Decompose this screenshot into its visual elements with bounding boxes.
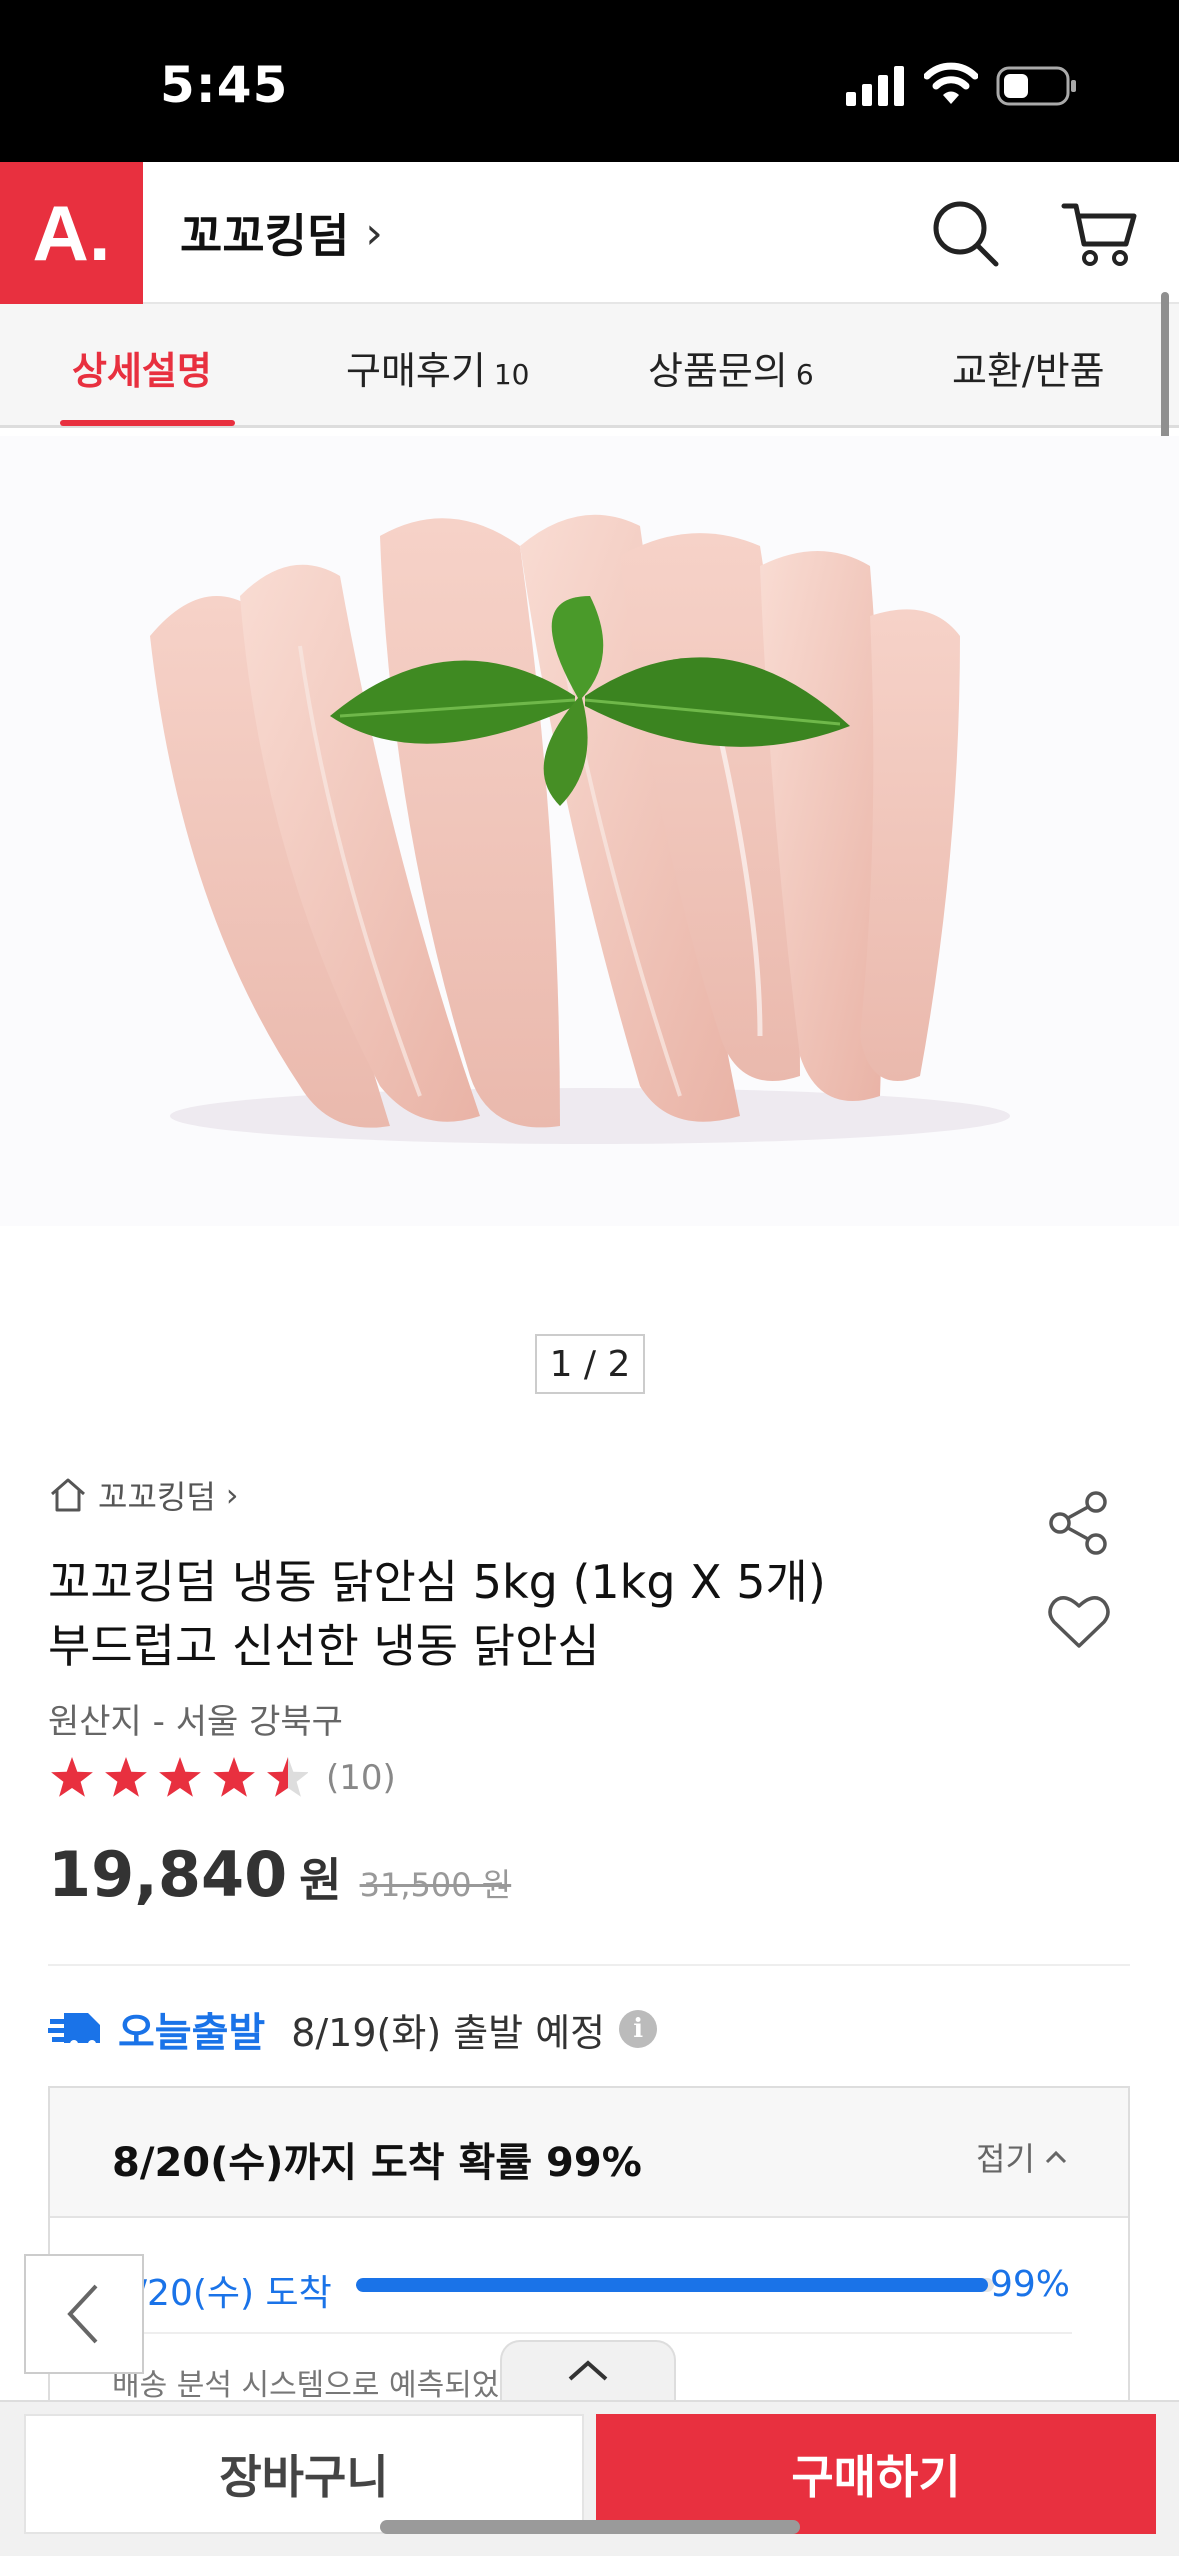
cellular-signal-icon bbox=[846, 66, 904, 106]
product-image[interactable] bbox=[0, 436, 1179, 1226]
search-icon[interactable] bbox=[930, 198, 1002, 270]
tab-reviews[interactable]: 구매후기 10 bbox=[346, 340, 529, 395]
arrival-title: 8/20(수)까지 도착 확률 99% bbox=[112, 2140, 642, 2186]
divider bbox=[112, 2332, 1072, 2334]
tab-inquiries[interactable]: 상품문의 6 bbox=[648, 340, 814, 395]
ship-date: 8/19(화) 출발 예정 bbox=[291, 2010, 606, 2055]
heart-icon[interactable] bbox=[1046, 1592, 1112, 1652]
today-shipping-badge: 오늘출발 bbox=[118, 2010, 266, 2056]
star-filled bbox=[159, 1757, 201, 1797]
arrival-probability-bar bbox=[356, 2278, 994, 2292]
info-icon[interactable]: i bbox=[619, 2010, 658, 2048]
image-pager: 1 / 2 bbox=[535, 1334, 645, 1394]
home-indicator bbox=[380, 2520, 800, 2534]
price-row: 19,840 원 31,500 원 bbox=[48, 1838, 511, 1911]
battery-icon bbox=[996, 66, 1076, 106]
arrival-probability-pct: 99% bbox=[990, 2264, 1071, 2305]
rating-stars[interactable]: (10) bbox=[48, 1754, 396, 1802]
inquiry-count-badge: 6 bbox=[795, 358, 814, 391]
rating-count: (10) bbox=[326, 1758, 396, 1798]
active-tab-indicator bbox=[60, 420, 235, 426]
arrival-note: 배송 분석 시스템으로 예측되었 bbox=[112, 2368, 500, 2403]
share-icon[interactable] bbox=[1046, 1490, 1112, 1556]
breadcrumb-store: 꼬꼬킹덤 bbox=[98, 1478, 216, 1516]
status-bar: 5:45 bbox=[0, 0, 1179, 162]
star-icon bbox=[51, 1757, 308, 1797]
cart-icon[interactable] bbox=[1060, 198, 1138, 270]
bottom-action-bar: 장바구니 구매하기 bbox=[0, 2400, 1179, 2556]
chevron-right-icon: › bbox=[225, 1476, 239, 1514]
star-filled bbox=[213, 1757, 255, 1797]
wifi-icon bbox=[924, 62, 978, 104]
add-to-cart-button[interactable]: 장바구니 bbox=[24, 2414, 584, 2534]
store-name: 꼬꼬킹덤 bbox=[180, 209, 350, 263]
delivery-truck-icon bbox=[48, 2013, 100, 2048]
product-origin: 원산지 - 서울 강북구 bbox=[48, 1702, 343, 1742]
sale-price: 19,840 bbox=[48, 1838, 288, 1911]
store-header: A. 꼬꼬킹덤 › bbox=[0, 162, 1179, 304]
product-title: 꼬꼬킹덤 냉동 닭안심 5kg (1kg X 5개) 부드럽고 신선한 냉동 닭… bbox=[48, 1555, 826, 1673]
tab-details[interactable]: 상세설명 bbox=[72, 340, 212, 395]
price-unit: 원 bbox=[299, 1853, 342, 1907]
chevron-up-icon bbox=[568, 2360, 608, 2381]
status-time: 5:45 bbox=[160, 56, 289, 114]
chicken-tenderloin-photo bbox=[150, 514, 1010, 1144]
arrival-header: 8/20(수)까지 도착 확률 99% 접기 bbox=[50, 2088, 1128, 2218]
store-link[interactable]: 꼬꼬킹덤 › bbox=[180, 200, 383, 266]
back-button[interactable] bbox=[24, 2254, 144, 2374]
collapse-button[interactable]: 접기 bbox=[976, 2134, 1067, 2180]
arrival-probability-fill bbox=[356, 2278, 988, 2292]
home-icon bbox=[51, 1478, 85, 1512]
chevron-left-icon bbox=[67, 2284, 98, 2344]
star-filled bbox=[51, 1757, 93, 1797]
star-filled bbox=[105, 1757, 147, 1797]
breadcrumb[interactable]: 꼬꼬킹덤 › bbox=[48, 1472, 239, 1518]
drawer-toggle[interactable] bbox=[500, 2340, 676, 2400]
tab-exchange-return[interactable]: 교환/반품 bbox=[952, 340, 1105, 395]
original-price: 31,500 원 bbox=[359, 1866, 512, 1904]
chevron-right-icon: › bbox=[365, 207, 383, 259]
divider bbox=[48, 1964, 1130, 1966]
chevron-up-icon bbox=[1045, 2150, 1066, 2164]
app-logo[interactable]: A. bbox=[0, 162, 143, 304]
arrival-date-label: 8/20(수) 도착 bbox=[112, 2273, 332, 2314]
delivery-row: 오늘출발 8/19(화) 출발 예정 i bbox=[48, 2000, 658, 2058]
review-count-badge: 10 bbox=[493, 358, 530, 391]
product-tabs: 상세설명 구매후기 10 상품문의 6 교환/반품 bbox=[0, 304, 1179, 428]
buy-now-button[interactable]: 구매하기 bbox=[596, 2414, 1156, 2534]
